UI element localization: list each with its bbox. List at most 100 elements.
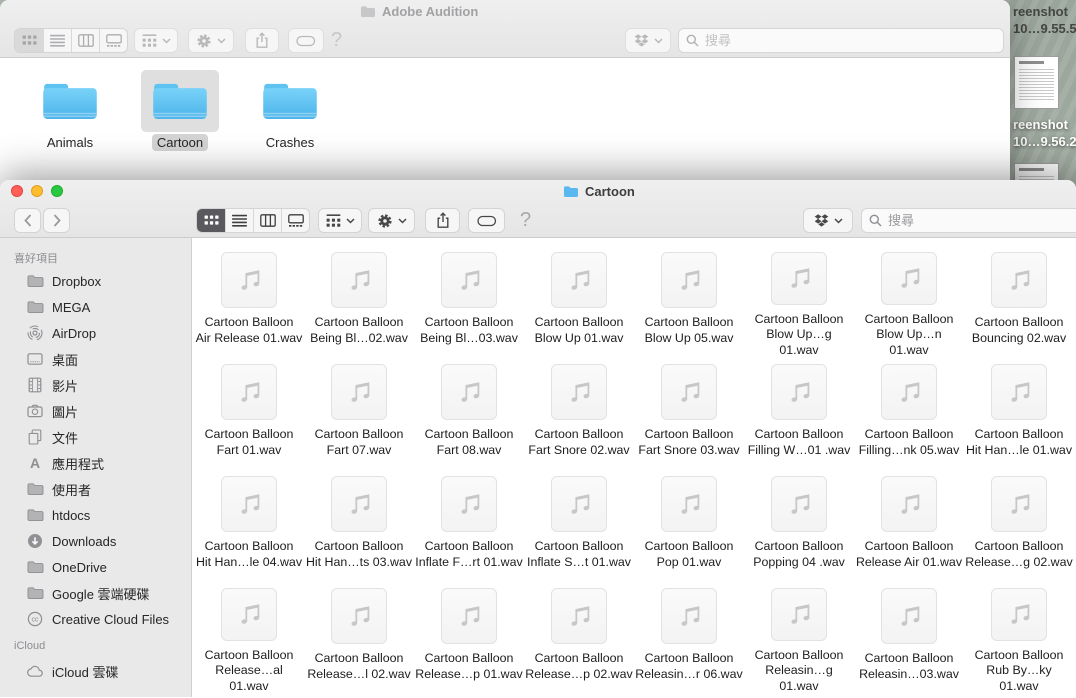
- folder-icon: [27, 586, 44, 600]
- file-item[interactable]: Cartoon Balloon Inflate F…rt 01.wav: [414, 470, 524, 582]
- column-view-button[interactable]: [71, 29, 99, 52]
- music-note-icon: [344, 601, 374, 631]
- minimize-button[interactable]: [31, 185, 43, 197]
- file-item[interactable]: Cartoon Balloon Hit Han…le 01.wav: [964, 358, 1074, 470]
- sidebar-item-label: OneDrive: [52, 560, 107, 575]
- file-name-line1: Cartoon Balloon: [525, 427, 633, 443]
- file-name-line2: Blow Up 01.wav: [525, 331, 633, 347]
- sidebar-item[interactable]: Google 雲端硬碟: [0, 580, 191, 606]
- file-item[interactable]: Cartoon Balloon Blow Up 05.wav: [634, 246, 744, 358]
- file-item[interactable]: Cartoon Balloon Filling…nk 05.wav: [854, 358, 964, 470]
- file-item[interactable]: Cartoon Balloon Air Release 01.wav: [194, 246, 304, 358]
- audio-file-icon: [771, 476, 827, 532]
- documents-icon: [27, 429, 43, 445]
- tag-button[interactable]: [468, 208, 505, 233]
- file-item[interactable]: Cartoon Balloon Fart Snore 03.wav: [634, 358, 744, 470]
- sidebar-item[interactable]: 影片: [0, 372, 191, 398]
- file-item[interactable]: Cartoon Balloon Popping 04 .wav: [744, 470, 854, 582]
- folder-icon: [27, 560, 44, 574]
- zoom-button[interactable]: [51, 185, 63, 197]
- icon-view-button[interactable]: [15, 29, 43, 52]
- file-item[interactable]: Cartoon Balloon Fart 01.wav: [194, 358, 304, 470]
- file-item[interactable]: Cartoon Balloon Release…p 01.wav: [414, 582, 524, 694]
- action-button[interactable]: [188, 28, 234, 53]
- list-view-button[interactable]: [43, 29, 71, 52]
- sidebar-item-label: Downloads: [52, 534, 116, 549]
- back-button[interactable]: [14, 208, 41, 233]
- help-button[interactable]: ?: [520, 209, 531, 232]
- file-item[interactable]: Cartoon Balloon Releasin…r 06.wav: [634, 582, 744, 694]
- blue-folder-icon: [39, 77, 101, 125]
- file-item[interactable]: Cartoon Balloon Being Bl…02.wav: [304, 246, 414, 358]
- folder-item[interactable]: Animals: [28, 70, 112, 180]
- icon-view-button[interactable]: [197, 209, 225, 232]
- group-button[interactable]: [134, 28, 178, 53]
- file-item[interactable]: Cartoon Balloon Releasin…03.wav: [854, 582, 964, 694]
- dropbox-button[interactable]: [803, 208, 853, 233]
- list-view-button[interactable]: [225, 209, 253, 232]
- group-button[interactable]: [318, 208, 362, 233]
- sidebar-item[interactable]: 使用者: [0, 476, 191, 502]
- share-button[interactable]: [245, 28, 279, 53]
- file-name-line1: Cartoon Balloon: [415, 651, 523, 667]
- file-item[interactable]: Cartoon Balloon Blow Up…g 01.wav: [744, 246, 854, 358]
- file-item[interactable]: Cartoon Balloon Hit Han…le 04.wav: [194, 470, 304, 582]
- sidebar-item[interactable]: MEGA: [0, 294, 191, 320]
- file-item[interactable]: Cartoon Balloon Being Bl…03.wav: [414, 246, 524, 358]
- file-item[interactable]: Cartoon Balloon Releasin…g 01.wav: [744, 582, 854, 694]
- sidebar-item[interactable]: htdocs: [0, 502, 191, 528]
- file-item[interactable]: Cartoon Balloon Hit Han…ts 03.wav: [304, 470, 414, 582]
- file-item[interactable]: Cartoon Balloon Blow Up…n 01.wav: [854, 246, 964, 358]
- tag-button[interactable]: [288, 28, 324, 53]
- file-item[interactable]: Cartoon Balloon Release…l 02.wav: [304, 582, 414, 694]
- sidebar-item[interactable]: 桌面: [0, 346, 191, 372]
- close-button[interactable]: [11, 185, 23, 197]
- column-view-button[interactable]: [253, 209, 281, 232]
- file-name-line2: Fart Snore 03.wav: [635, 443, 743, 459]
- folder-item[interactable]: Cartoon: [138, 70, 222, 180]
- dropbox-button[interactable]: [625, 28, 671, 53]
- gallery-view-button[interactable]: [99, 29, 127, 52]
- sidebar-item[interactable]: 文件: [0, 424, 191, 450]
- sidebar-item[interactable]: OneDrive: [0, 554, 191, 580]
- sidebar-item[interactable]: Downloads: [0, 528, 191, 554]
- file-item[interactable]: Cartoon Balloon Release…p 02.wav: [524, 582, 634, 694]
- search-input[interactable]: [861, 208, 1076, 233]
- desktop-file-label[interactable]: reenshot 10…9.55.54: [1013, 3, 1076, 37]
- sidebar-item[interactable]: AirDrop: [0, 320, 191, 346]
- sidebar-item[interactable]: cc Creative Cloud Files: [0, 606, 191, 632]
- file-item[interactable]: Cartoon Balloon Release Air 01.wav: [854, 470, 964, 582]
- file-item[interactable]: Cartoon Balloon Blow Up 01.wav: [524, 246, 634, 358]
- file-item[interactable]: Cartoon Balloon Rub By…ky 01.wav: [964, 582, 1074, 694]
- file-item[interactable]: Cartoon Balloon Fart 07.wav: [304, 358, 414, 470]
- file-name-line2: Release…p 01.wav: [415, 667, 523, 683]
- sidebar-item[interactable]: 圖片: [0, 398, 191, 424]
- desktop-file-label[interactable]: reenshot 10…9.56.23: [1013, 116, 1025, 128]
- file-item[interactable]: Cartoon Balloon Fart 08.wav: [414, 358, 524, 470]
- sidebar-item[interactable]: iCloud 雲碟: [0, 658, 191, 684]
- audio-file-icon: [991, 364, 1047, 420]
- file-item[interactable]: Cartoon Balloon Bouncing 02.wav: [964, 246, 1074, 358]
- search-input[interactable]: [678, 28, 1004, 53]
- file-item[interactable]: Cartoon Balloon Pop 01.wav: [634, 470, 744, 582]
- desktop-file-thumbnail[interactable]: [1014, 56, 1059, 109]
- file-item[interactable]: Cartoon Balloon Inflate S…t 01.wav: [524, 470, 634, 582]
- file-item[interactable]: Cartoon Balloon Release…g 02.wav: [964, 470, 1074, 582]
- help-button[interactable]: ?: [331, 29, 342, 52]
- window-title: Adobe Audition: [360, 4, 478, 19]
- share-button[interactable]: [425, 208, 460, 233]
- audio-file-icon: [331, 364, 387, 420]
- audio-file-icon: [991, 476, 1047, 532]
- sidebar-item[interactable]: A 應用程式: [0, 450, 191, 476]
- forward-button[interactable]: [43, 208, 70, 233]
- music-note-icon: [784, 599, 814, 629]
- sidebar-item[interactable]: Dropbox: [0, 268, 191, 294]
- file-item[interactable]: Cartoon Balloon Release…al 01.wav: [194, 582, 304, 694]
- view-switcher: [14, 28, 128, 53]
- file-item[interactable]: Cartoon Balloon Fart Snore 02.wav: [524, 358, 634, 470]
- gallery-view-button[interactable]: [281, 209, 309, 232]
- folder-item[interactable]: Crashes: [248, 70, 332, 180]
- action-button[interactable]: [368, 208, 415, 233]
- file-item[interactable]: Cartoon Balloon Filling W…01 .wav: [744, 358, 854, 470]
- music-note-icon: [564, 377, 594, 407]
